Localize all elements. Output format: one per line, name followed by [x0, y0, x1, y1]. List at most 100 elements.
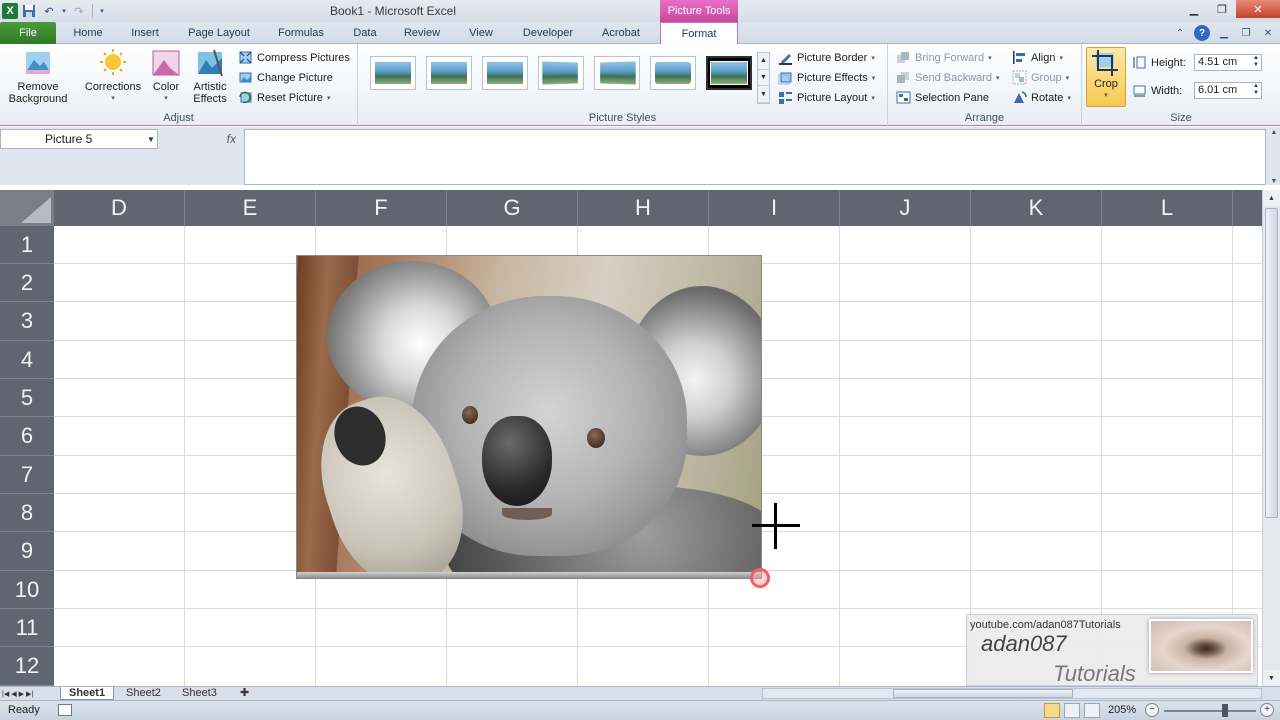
formula-bar-scroll[interactable]: ▲ ▼: [1268, 129, 1280, 185]
compress-pictures-button[interactable]: Compress Pictures: [238, 48, 350, 67]
tab-formulas[interactable]: Formulas: [272, 22, 330, 44]
row-header-8[interactable]: 8: [0, 494, 54, 532]
zoom-in-icon[interactable]: +: [1260, 703, 1274, 717]
picture-layout-button[interactable]: Picture Layout ▾: [778, 88, 875, 107]
restore-icon[interactable]: ❐: [1208, 0, 1236, 18]
zoom-slider-track[interactable]: [1164, 710, 1256, 712]
align-button[interactable]: Align ▾: [1012, 48, 1063, 67]
last-sheet-icon[interactable]: ▶|: [26, 690, 33, 698]
row-header-2[interactable]: 2: [0, 264, 54, 302]
column-header-g[interactable]: G: [447, 190, 578, 226]
column-header-j[interactable]: J: [840, 190, 971, 226]
tab-review[interactable]: Review: [398, 22, 446, 44]
help-icon[interactable]: ?: [1194, 25, 1210, 41]
crop-handle-bottom[interactable]: [297, 572, 761, 578]
formula-input[interactable]: [244, 129, 1266, 185]
koala-picture[interactable]: [296, 255, 762, 579]
prev-sheet-icon[interactable]: ◀: [11, 690, 16, 698]
group-button[interactable]: Group ▾: [1012, 68, 1069, 87]
picture-style-thumb[interactable]: [594, 56, 640, 90]
picture-style-thumb[interactable]: [538, 56, 584, 90]
row-header-10[interactable]: 10: [0, 571, 54, 609]
bring-forward-button[interactable]: Bring Forward ▾: [896, 48, 992, 67]
vertical-scrollbar[interactable]: ▲ ▼: [1262, 190, 1280, 686]
chevron-down-icon[interactable]: ▼: [1271, 178, 1278, 185]
sheet-tab-sheet2[interactable]: Sheet2: [118, 687, 169, 700]
next-sheet-icon[interactable]: ▶: [19, 690, 24, 698]
tab-data[interactable]: Data: [346, 22, 384, 44]
selection-pane-button[interactable]: Selection Pane: [896, 88, 989, 107]
first-sheet-icon[interactable]: |◀: [2, 690, 9, 698]
column-header-e[interactable]: E: [185, 190, 316, 226]
chevron-up-icon[interactable]: ▲: [1271, 129, 1278, 136]
page-layout-view-icon[interactable]: [1064, 703, 1080, 718]
height-input[interactable]: 4.51 cm ▲ ▼: [1194, 54, 1262, 71]
vertical-scroll-thumb[interactable]: [1265, 208, 1278, 518]
column-header-k[interactable]: K: [971, 190, 1102, 226]
gallery-scroll[interactable]: ▲ ▼ ▼: [757, 52, 770, 104]
tab-acrobat[interactable]: Acrobat: [594, 22, 648, 44]
reset-picture-button[interactable]: Reset Picture ▾: [238, 88, 331, 107]
workbook-restore-icon[interactable]: ❐: [1238, 25, 1254, 41]
change-picture-button[interactable]: Change Picture: [238, 68, 333, 87]
picture-effects-button[interactable]: Picture Effects ▾: [778, 68, 875, 87]
row-header-5[interactable]: 5: [0, 379, 54, 417]
corrections-button[interactable]: Corrections ▾: [80, 48, 146, 105]
picture-style-thumb[interactable]: [482, 56, 528, 90]
insert-sheet-icon[interactable]: ✚: [232, 687, 257, 700]
column-header-l[interactable]: L: [1102, 190, 1233, 226]
column-header-m[interactable]: [1233, 190, 1262, 226]
workbook-minimize-icon[interactable]: ▁: [1216, 25, 1232, 41]
width-spinner-icon[interactable]: ▲ ▼: [1253, 83, 1259, 97]
chevron-down-icon[interactable]: ▼: [758, 70, 769, 87]
height-spinner-icon[interactable]: ▲ ▼: [1253, 55, 1259, 69]
minimize-ribbon-icon[interactable]: ⌃: [1172, 25, 1188, 41]
horizontal-scrollbar[interactable]: [762, 688, 1262, 699]
chevron-up-icon[interactable]: ▲: [1263, 190, 1280, 206]
zoom-slider-thumb[interactable]: [1222, 704, 1228, 717]
normal-view-icon[interactable]: [1044, 703, 1060, 718]
crop-button[interactable]: Crop ▾: [1086, 47, 1126, 107]
close-icon[interactable]: ✕: [1236, 0, 1280, 18]
tab-format[interactable]: Format: [660, 22, 738, 45]
picture-border-button[interactable]: Picture Border ▾: [778, 48, 875, 67]
workbook-close-icon[interactable]: ✕: [1260, 25, 1276, 41]
row-header-6[interactable]: 6: [0, 417, 54, 456]
column-header-d[interactable]: D: [54, 190, 185, 226]
width-input[interactable]: 6.01 cm ▲ ▼: [1194, 82, 1262, 99]
tab-developer[interactable]: Developer: [516, 22, 580, 44]
chevron-up-icon[interactable]: ▲: [758, 53, 769, 70]
send-backward-button[interactable]: Send Backward ▾: [896, 68, 1000, 87]
color-button[interactable]: Color ▾: [148, 48, 184, 105]
tab-view[interactable]: View: [462, 22, 500, 44]
column-header-i[interactable]: I: [709, 190, 840, 226]
remove-background-button[interactable]: Remove Background: [4, 48, 72, 105]
picture-style-thumb[interactable]: [370, 56, 416, 90]
row-header-7[interactable]: 7: [0, 456, 54, 494]
worksheet-grid[interactable]: D E F G H I J K L 1 2 3 4 5 6 7 8 9 10 1…: [0, 190, 1262, 686]
tab-page-layout[interactable]: Page Layout: [184, 22, 254, 44]
column-header-h[interactable]: H: [578, 190, 709, 226]
tab-insert[interactable]: Insert: [124, 22, 166, 44]
row-header-12[interactable]: 12: [0, 647, 54, 686]
tab-file[interactable]: File: [0, 22, 56, 44]
row-header-4[interactable]: 4: [0, 341, 54, 379]
column-header-f[interactable]: F: [316, 190, 447, 226]
picture-style-thumb[interactable]: [426, 56, 472, 90]
horizontal-scroll-thumb[interactable]: [893, 689, 1073, 698]
name-box[interactable]: Picture 5: [0, 129, 158, 149]
row-header-11[interactable]: 11: [0, 609, 54, 647]
picture-style-thumb-selected[interactable]: [706, 56, 752, 90]
zoom-level[interactable]: 205%: [1108, 704, 1136, 716]
minimize-icon[interactable]: ▁: [1180, 0, 1208, 18]
row-header-3[interactable]: 3: [0, 302, 54, 341]
page-break-view-icon[interactable]: [1084, 703, 1100, 718]
tab-home[interactable]: Home: [66, 22, 110, 44]
rotate-button[interactable]: Rotate ▾: [1012, 88, 1071, 107]
record-macro-icon[interactable]: [58, 704, 72, 716]
select-all-button[interactable]: [0, 190, 54, 226]
row-header-1[interactable]: 1: [0, 226, 54, 264]
gallery-more-icon[interactable]: ▼: [758, 86, 769, 104]
zoom-out-icon[interactable]: −: [1145, 703, 1159, 717]
chevron-down-icon[interactable]: ▼: [144, 129, 158, 149]
